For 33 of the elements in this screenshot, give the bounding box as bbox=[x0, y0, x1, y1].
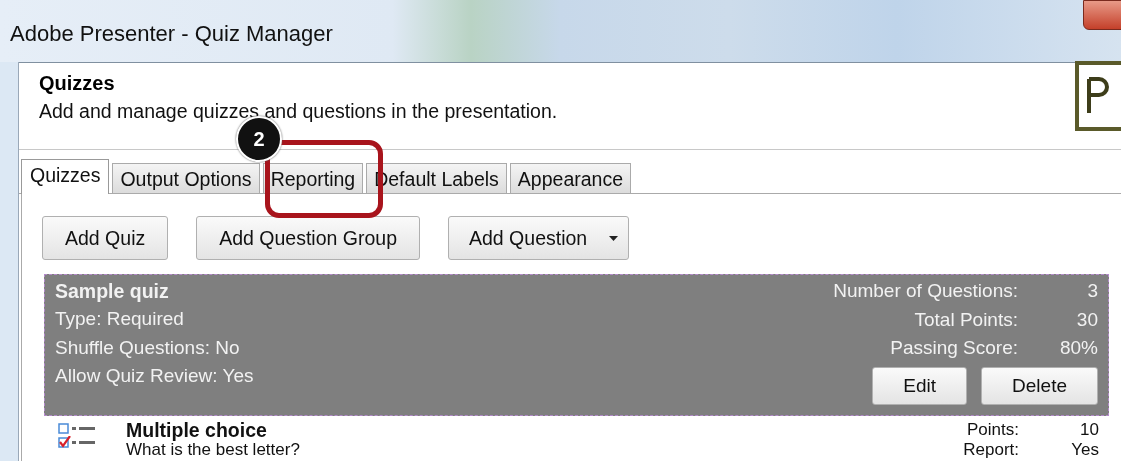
toolbar-button[interactable]: Add Quiz bbox=[42, 216, 169, 260]
quiz-detail: Allow Quiz Review: Yes bbox=[55, 364, 254, 388]
stat-label: Report: bbox=[963, 439, 1019, 459]
stat-label: Passing Score: bbox=[889, 336, 1018, 360]
list-icon bbox=[58, 423, 96, 435]
header-title: Quizzes bbox=[39, 71, 116, 95]
quiz-detail: Type: Required bbox=[55, 307, 185, 331]
quiz-name: Sample quiz bbox=[55, 279, 170, 304]
quiz-detail: Shuffle Questions: No bbox=[55, 335, 241, 360]
card-button[interactable]: Delete bbox=[981, 366, 1098, 405]
tab[interactable]: Reporting bbox=[262, 163, 364, 193]
toolbar-button[interactable]: Add Question Group bbox=[196, 216, 420, 260]
tab[interactable]: Output Options bbox=[112, 163, 260, 193]
stat-label: Total Points: bbox=[913, 307, 1018, 332]
checklist-icon bbox=[58, 436, 96, 448]
stat-value: Yes bbox=[1070, 439, 1099, 459]
question-text: What is the best letter? bbox=[126, 441, 301, 459]
tab[interactable]: Appearance bbox=[509, 163, 632, 193]
stat-value: 10 bbox=[1079, 420, 1099, 440]
stat-label: Points: bbox=[966, 420, 1019, 440]
window-title: Adobe Presenter - Quiz Manager bbox=[10, 20, 333, 47]
stat-value: 80% bbox=[1058, 336, 1098, 360]
stat-label: Number of Questions: bbox=[833, 279, 1018, 303]
dropdown-button[interactable]: Add Question bbox=[448, 216, 630, 260]
caret-icon bbox=[609, 235, 619, 241]
quiz-card[interactable]: Sample quiz Type: Required Shuffle Questions: No Allow Quiz Review: Yes Number of Questions: 3 Total Points: 30 Passing Score: 80% Edit Delete bbox=[44, 274, 1109, 416]
stat-value: 3 bbox=[1086, 279, 1098, 303]
close-button[interactable] bbox=[1083, 0, 1121, 30]
question-type: Multiple choice bbox=[126, 420, 268, 441]
card-button[interactable]: Edit bbox=[872, 366, 968, 405]
tab[interactable]: Quizzes bbox=[21, 159, 110, 194]
question-row[interactable]: Multiple choice What is the best letter? Points: 10 Report: Yes bbox=[44, 416, 1109, 459]
stat-value: 30 bbox=[1075, 307, 1098, 332]
